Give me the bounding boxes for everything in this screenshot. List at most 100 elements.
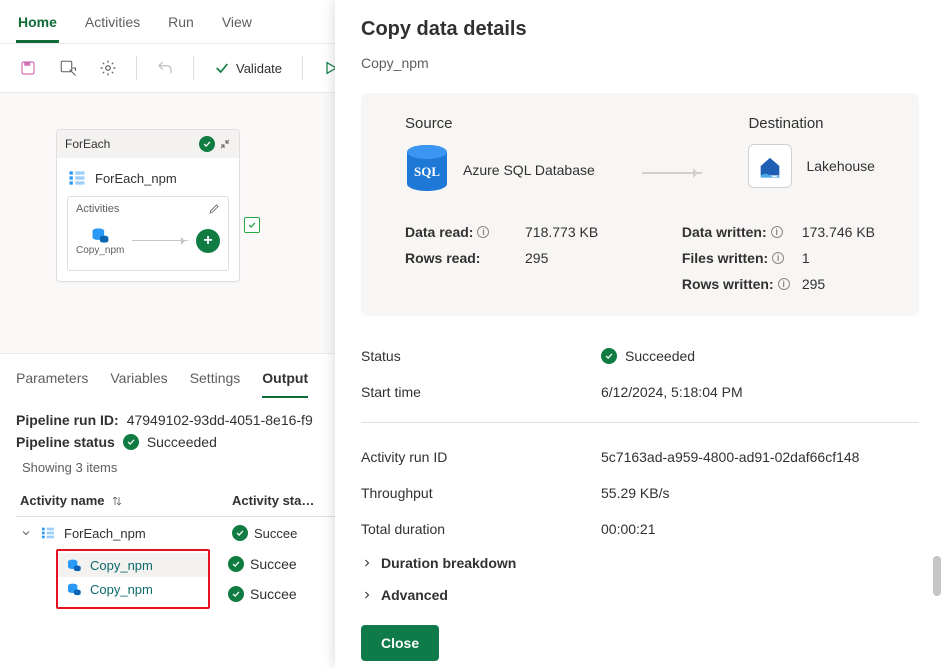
duration-breakdown-expander[interactable]: Duration breakdown (361, 547, 919, 579)
close-button[interactable]: Close (361, 625, 439, 661)
validate-button[interactable]: Validate (206, 56, 290, 80)
copy-data-icon (66, 557, 82, 573)
pipeline-status-label: Pipeline status (16, 434, 115, 450)
activity-run-id-value: 5c7163ad-a959-4800-ad91-02daf66cf148 (601, 449, 859, 465)
row-foreach-name: ForEach_npm (64, 526, 146, 541)
save-icon[interactable] (12, 52, 44, 84)
row-status: Succee (254, 526, 297, 541)
collapse-icon[interactable] (219, 138, 231, 150)
row-copy-name[interactable]: Copy_npm (90, 558, 153, 573)
toolbar-divider (302, 56, 303, 80)
throughput-value: 55.29 KB/s (601, 485, 670, 501)
tab-run[interactable]: Run (166, 8, 196, 43)
status-label: Status (361, 348, 601, 364)
rows-read-value: 295 (525, 250, 548, 266)
scrollbar[interactable] (933, 10, 941, 658)
data-read-label: Data read: (405, 224, 473, 240)
info-icon[interactable]: i (772, 252, 784, 264)
source-dest-card: Source SQL Azure SQL Database Destinatio… (361, 93, 919, 316)
copy-activity-mini[interactable]: Copy_npm (76, 225, 124, 256)
destination-name: Lakehouse (806, 158, 875, 174)
advanced-label: Advanced (381, 587, 448, 603)
divider (361, 422, 919, 423)
rows-written-value: 295 (802, 276, 825, 292)
sql-icon: SQL (405, 144, 449, 196)
start-time-value: 6/12/2024, 5:18:04 PM (601, 384, 743, 400)
total-duration-value: 00:00:21 (601, 521, 656, 537)
validate-label: Validate (236, 61, 282, 76)
highlighted-rows: Copy_npm Copy_npm (56, 549, 210, 609)
chevron-right-icon (361, 557, 373, 569)
settings-icon[interactable] (92, 52, 124, 84)
flow-arrow (132, 240, 188, 241)
tab-view[interactable]: View (220, 8, 254, 43)
panel-title: Copy data details (361, 18, 919, 41)
check-icon (214, 60, 230, 76)
chevron-right-icon (361, 589, 373, 601)
tab-variables[interactable]: Variables (110, 364, 167, 398)
chevron-down-icon[interactable] (20, 527, 32, 539)
tab-parameters[interactable]: Parameters (16, 364, 88, 398)
success-icon (228, 586, 244, 602)
info-icon[interactable]: i (477, 226, 489, 238)
foreach-icon (67, 168, 87, 188)
rows-read-label: Rows read: (405, 250, 515, 266)
success-icon (123, 434, 139, 450)
activities-label: Activities (76, 203, 119, 215)
svg-text:SQL: SQL (414, 164, 440, 179)
row-copy-name[interactable]: Copy_npm (90, 582, 153, 597)
info-icon[interactable]: i (771, 226, 783, 238)
rows-written-label: Rows written: (682, 276, 774, 292)
foreach-icon (40, 525, 56, 541)
status-value: Succeeded (625, 348, 695, 364)
tab-settings-lower[interactable]: Settings (190, 364, 241, 398)
col-activity-status[interactable]: Activity sta… (232, 493, 314, 508)
row-status: Succee (250, 586, 297, 602)
foreach-title-row: ForEach_npm (57, 158, 239, 196)
files-written-value: 1 (802, 250, 810, 266)
foreach-name: ForEach_npm (95, 171, 177, 186)
tab-output[interactable]: Output (262, 364, 308, 398)
throughput-label: Throughput (361, 485, 601, 501)
duration-breakdown-label: Duration breakdown (381, 555, 516, 571)
success-icon (199, 136, 215, 152)
start-time-label: Start time (361, 384, 601, 400)
success-icon (232, 525, 248, 541)
data-written-label: Data written: (682, 224, 767, 240)
success-icon (228, 556, 244, 572)
table-row[interactable]: Copy_npm (58, 553, 208, 577)
advanced-expander[interactable]: Advanced (361, 579, 919, 611)
foreach-activity[interactable]: ForEach ForEach_npm Activities (56, 129, 240, 282)
add-activity-button[interactable]: + (196, 229, 220, 253)
undo-icon[interactable] (149, 52, 181, 84)
save-as-icon[interactable] (52, 52, 84, 84)
lakehouse-icon (748, 144, 792, 188)
info-icon[interactable]: i (778, 278, 790, 290)
table-row[interactable]: Copy_npm (58, 577, 208, 601)
source-name: Azure SQL Database (463, 162, 595, 178)
col-activity-name[interactable]: Activity name (20, 493, 105, 508)
row-status: Succee (250, 556, 297, 572)
copy-mini-label: Copy_npm (76, 245, 124, 256)
pipeline-run-id-label: Pipeline run ID: (16, 412, 119, 428)
copy-details-panel: Copy data details Copy_npm Source SQL Az… (335, 0, 945, 668)
edit-icon[interactable] (208, 203, 220, 215)
pipeline-run-id-value: 47949102-93dd-4051-8e16-f9 (127, 412, 313, 428)
tab-activities[interactable]: Activities (83, 8, 142, 43)
tab-home[interactable]: Home (16, 8, 59, 43)
scrollbar-thumb[interactable] (933, 556, 941, 596)
copy-data-icon (66, 581, 82, 597)
foreach-header: ForEach (57, 130, 239, 158)
panel-subtitle: Copy_npm (361, 55, 919, 71)
inner-activities: Activities Copy_npm + (67, 196, 229, 271)
success-port[interactable] (244, 217, 260, 233)
toolbar-divider (136, 56, 137, 80)
data-written-value: 173.746 KB (802, 224, 875, 240)
flow-arrow-icon (642, 172, 702, 174)
pipeline-status-value: Succeeded (147, 434, 217, 450)
sort-icon[interactable] (111, 495, 123, 507)
toolbar-divider (193, 56, 194, 80)
copy-data-icon (90, 225, 110, 245)
foreach-type-label: ForEach (65, 137, 110, 151)
files-written-label: Files written: (682, 250, 768, 266)
